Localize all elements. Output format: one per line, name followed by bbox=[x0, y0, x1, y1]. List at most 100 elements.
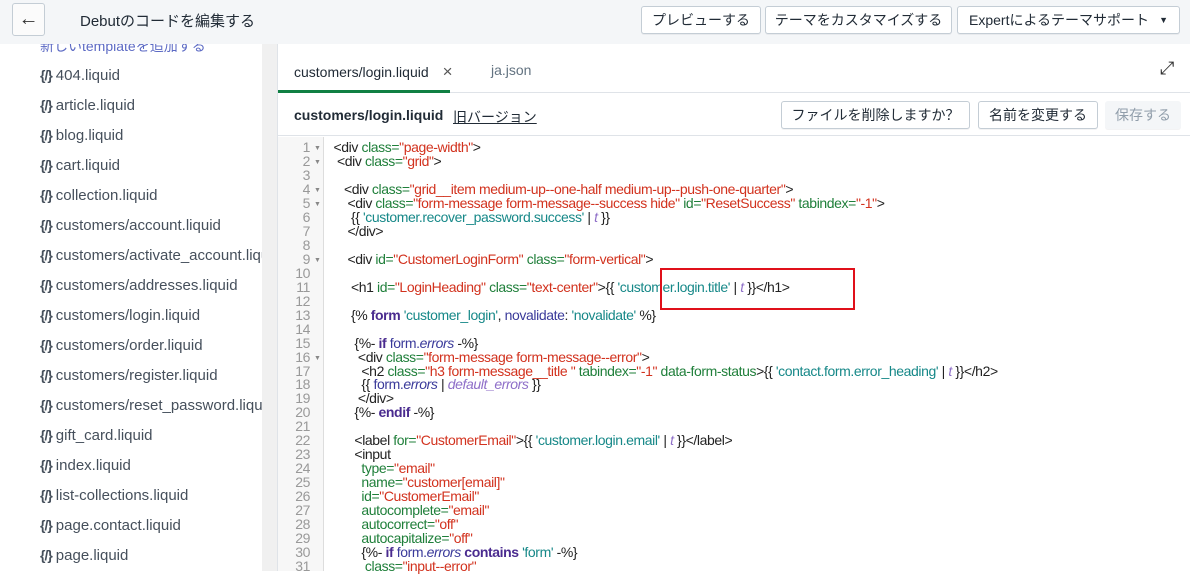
rename-button[interactable]: 名前を変更する bbox=[978, 101, 1098, 129]
sidebar-file-item[interactable]: {/} article.liquid bbox=[40, 95, 135, 115]
sidebar-file-item[interactable]: {/} 404.liquid bbox=[40, 65, 120, 85]
code-token: > bbox=[472, 139, 481, 155]
code-line: 25 name="customer[email]" bbox=[278, 475, 1190, 489]
code-line: 1 ▼ <div class="page-width"> bbox=[278, 140, 1190, 154]
sidebar-file-item[interactable]: {/} index.liquid bbox=[40, 455, 131, 475]
code-line: 6 {{ 'customer.recover_password.success'… bbox=[278, 210, 1190, 224]
code-token: "form-vertical" bbox=[564, 250, 646, 267]
sidebar-scrollbar[interactable] bbox=[262, 44, 277, 571]
code-token: "input--error" bbox=[402, 558, 477, 574]
code-token: <div bbox=[330, 152, 365, 169]
sidebar-file-label: index.liquid bbox=[55, 456, 131, 474]
close-icon[interactable]: × bbox=[443, 62, 453, 81]
line-number: 24 bbox=[295, 460, 310, 477]
tab-login-liquid[interactable]: customers/login.liquid × bbox=[294, 62, 453, 82]
code-text: <div class="page-width"> bbox=[330, 140, 481, 154]
line-number: 27 bbox=[295, 502, 310, 519]
code-token: "CustomerLoginForm" bbox=[393, 250, 524, 267]
sidebar-file-item[interactable]: {/} cart.liquid bbox=[40, 155, 120, 175]
code-token: form bbox=[370, 306, 401, 323]
old-version-link[interactable]: 旧バージョン bbox=[453, 107, 537, 127]
code-token: endif bbox=[378, 404, 411, 421]
code-text: </div> bbox=[330, 391, 394, 405]
sidebar-file-label: page.contact.liquid bbox=[55, 516, 181, 534]
sidebar-file-item[interactable]: {/} gift_card.liquid bbox=[40, 425, 153, 445]
sidebar-file-item[interactable]: {/} customers/addresses.liquid bbox=[40, 275, 238, 295]
code-token: >{{ bbox=[597, 278, 618, 295]
code-line: 5 ▼ <div class="form-message form-message… bbox=[278, 196, 1190, 210]
liquid-file-icon: {/} bbox=[40, 457, 53, 473]
sidebar-file-item[interactable]: {/} page.contact.liquid bbox=[40, 515, 181, 535]
line-number: 14 bbox=[295, 320, 310, 337]
delete-file-button[interactable]: ファイルを削除しますか？ bbox=[781, 101, 970, 129]
code-token: "CustomerEmail" bbox=[416, 432, 516, 449]
sidebar-file-item[interactable]: {/} customers/account.liquid bbox=[40, 215, 221, 235]
code-token: > bbox=[876, 194, 885, 211]
code-token: for= bbox=[393, 432, 417, 449]
sidebar-file-label: customers/login.liquid bbox=[55, 306, 201, 324]
sidebar-file-item[interactable]: {/} customers/login.liquid bbox=[40, 305, 200, 325]
code-line: 9 ▼ <div id="CustomerLoginForm" class="fo… bbox=[278, 252, 1190, 266]
add-template-link[interactable]: 新しいtemplateを追加する bbox=[40, 44, 206, 56]
code-token: 'form' bbox=[518, 544, 554, 561]
code-token: tabindex= bbox=[575, 362, 637, 379]
code-token: 'contact.form.error_heading' bbox=[775, 362, 939, 379]
line-number: 2 bbox=[302, 152, 311, 169]
code-token: > bbox=[433, 152, 442, 169]
code-token: class= bbox=[364, 152, 403, 169]
tab-ja-json[interactable]: ja.json bbox=[491, 62, 531, 78]
back-button[interactable]: ← bbox=[12, 3, 45, 36]
code-token: "text-center" bbox=[526, 278, 598, 295]
code-line: 20 {%- endif -%} bbox=[278, 405, 1190, 419]
code-token: id= bbox=[679, 194, 702, 211]
code-line: 8 bbox=[278, 238, 1190, 252]
code-token: "-1" bbox=[636, 362, 658, 379]
fullscreen-icon[interactable]: ⤢ bbox=[1160, 58, 1174, 79]
code-text: {% form 'customer_login', novalidate: 'n… bbox=[330, 308, 656, 322]
code-token: }}</label> bbox=[673, 432, 733, 449]
code-text: <label for="CustomerEmail">{{ 'customer.… bbox=[330, 433, 732, 447]
liquid-file-icon: {/} bbox=[40, 367, 53, 383]
code-editor: customers/login.liquid × ja.json ⤢ custom… bbox=[277, 44, 1190, 574]
line-number: 18 bbox=[295, 376, 310, 393]
code-line: 23 <input bbox=[278, 447, 1190, 461]
code-line: 26 id="CustomerEmail" bbox=[278, 489, 1190, 503]
code-token: <h1 bbox=[330, 278, 377, 295]
editor-tabs: customers/login.liquid × ja.json ⤢ bbox=[278, 44, 1190, 93]
code-token: 'novalidate' bbox=[571, 306, 636, 323]
sidebar-file-item[interactable]: {/} customers/order.liquid bbox=[40, 335, 203, 355]
code-token: | bbox=[938, 362, 949, 379]
save-button[interactable]: 保存する bbox=[1105, 101, 1181, 129]
code-token: "ResetSuccess" bbox=[701, 194, 795, 211]
sidebar-file-item[interactable]: {/} list-collections.liquid bbox=[40, 485, 188, 505]
file-name: customers/login.liquid bbox=[294, 107, 444, 123]
code-token: "LoginHeading" bbox=[394, 278, 486, 295]
code-line: 17 <h2 class="h3 form-message__title " t… bbox=[278, 364, 1190, 378]
code-text: id="CustomerEmail" bbox=[330, 489, 479, 503]
customize-theme-button[interactable]: テーマをカスタマイズする bbox=[765, 6, 952, 34]
line-number: 4 bbox=[302, 180, 311, 197]
sidebar-file-item[interactable]: {/} blog.liquid bbox=[40, 125, 123, 145]
code-token: "-1" bbox=[855, 194, 877, 211]
code-text: <h2 class="h3 form-message__title " tabi… bbox=[330, 364, 998, 378]
code-token: errors bbox=[403, 376, 438, 393]
preview-button[interactable]: プレビューする bbox=[641, 6, 761, 34]
code-line: 14 bbox=[278, 322, 1190, 336]
sidebar-file-item[interactable]: {/} page.liquid bbox=[40, 545, 128, 565]
code-token: >{{ bbox=[756, 362, 776, 379]
code-token: -%} bbox=[409, 404, 435, 421]
caret-down-icon: ▼ bbox=[1159, 15, 1168, 25]
sidebar-file-item[interactable]: {/} customers/register.liquid bbox=[40, 365, 218, 385]
code-line: 27 autocomplete="email" bbox=[278, 503, 1190, 517]
code-token: class= bbox=[330, 558, 403, 574]
sidebar-file-item[interactable]: {/} customers/reset_password.liquid bbox=[40, 395, 262, 415]
code-text: {%- if form.errors -%} bbox=[330, 336, 478, 350]
sidebar-file-item[interactable]: {/} collection.liquid bbox=[40, 185, 158, 205]
sidebar-file-item[interactable]: {/} customers/activate_account.liquid bbox=[40, 245, 262, 265]
expert-support-dropdown[interactable]: Expertによるテーマサポート ▼ bbox=[957, 6, 1180, 34]
code-token: }} bbox=[528, 376, 541, 393]
line-number: 8 bbox=[302, 236, 311, 253]
sidebar-file-label: page.liquid bbox=[55, 546, 129, 564]
code-token: , bbox=[497, 306, 505, 323]
code-token: 'customer_login' bbox=[400, 306, 498, 323]
